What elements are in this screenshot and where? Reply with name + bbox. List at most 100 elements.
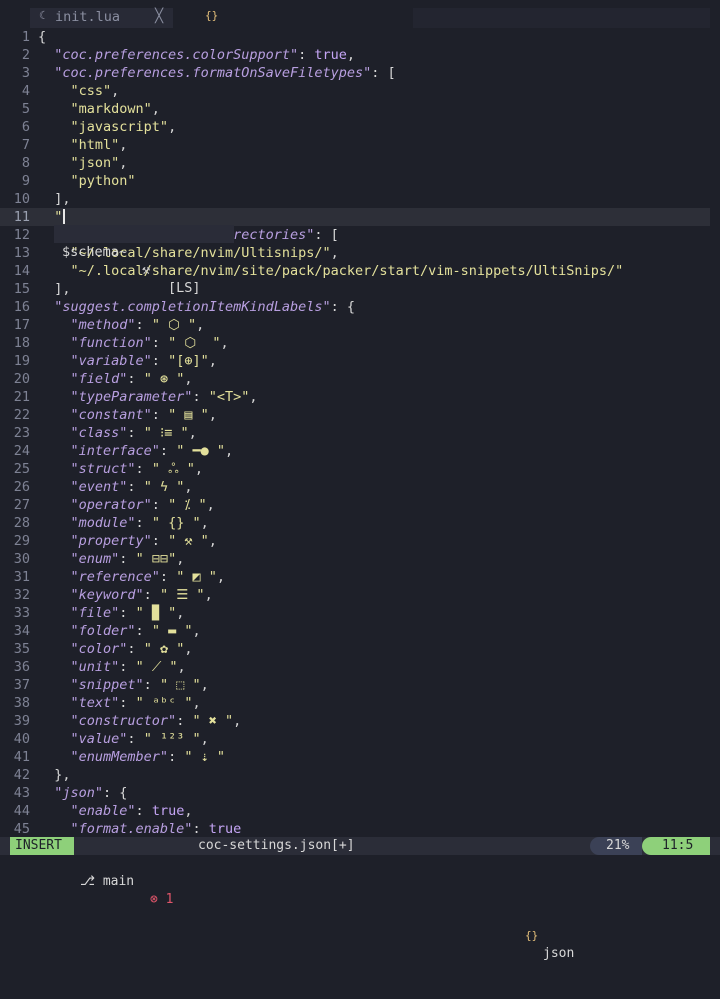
code-line[interactable]: 44 "enable": true,: [0, 802, 720, 820]
line-content: "interface": " ━● ",: [38, 442, 234, 460]
code-line[interactable]: 28 "module": " {} ",: [0, 514, 720, 532]
code-line[interactable]: 15 ],: [0, 280, 720, 298]
line-number: 16: [13, 299, 30, 315]
code-line[interactable]: 10 ],: [0, 190, 720, 208]
code-token: " ⊟⊟": [135, 551, 177, 567]
code-token: "enum": [70, 551, 120, 567]
code-line[interactable]: 2 "coc.preferences.colorSupport": true,: [0, 46, 720, 64]
code-line[interactable]: 9 "python": [0, 172, 720, 190]
code-token: ,: [111, 83, 120, 99]
code-token: :: [135, 515, 152, 531]
close-icon[interactable]: ╳: [155, 8, 163, 24]
code-line[interactable]: 37 "snippet": " ⬚ ",: [0, 676, 720, 694]
code-line[interactable]: 25 "struct": " ஃ ",: [0, 460, 720, 478]
code-line[interactable]: 34 "folder": " ▬ ",: [0, 622, 720, 640]
code-token: "typeParameter": [70, 389, 193, 405]
code-token: :: [176, 713, 193, 729]
code-token: :: [151, 353, 169, 369]
code-line[interactable]: 40 "value": " ¹²³ ",: [0, 730, 720, 748]
line-number: 36: [13, 659, 30, 675]
code-line[interactable]: 7 "html",: [0, 136, 720, 154]
code-line[interactable]: 14 "~/.local/share/nvim/site/pack/packer…: [0, 262, 720, 280]
code-line[interactable]: 1{: [0, 28, 720, 46]
code-line[interactable]: 21 "typeParameter": "<T>",: [0, 388, 720, 406]
line-content: "unit": " ⟋ ",: [38, 658, 186, 676]
code-line[interactable]: 39 "constructor": " ✖ ",: [0, 712, 720, 730]
code-token: "class": [70, 425, 128, 441]
code-line[interactable]: 18 "function": " ⬡ ",: [0, 334, 720, 352]
line-number: 37: [13, 677, 30, 693]
code-line[interactable]: 6 "javascript",: [0, 118, 720, 136]
line-content: "snippet": " ⬚ ",: [38, 676, 209, 694]
line-number: 18: [13, 335, 30, 351]
line-number: 2: [21, 47, 30, 63]
code-line[interactable]: 26 "event": " ϟ ",: [0, 478, 720, 496]
code-token: :: [151, 497, 169, 513]
code-line[interactable]: 22 "constant": " ▤ ",: [0, 406, 720, 424]
code-line[interactable]: 27 "operator": " ⁒ ",: [0, 496, 720, 514]
code-token: ,: [184, 371, 193, 387]
editor-buffer[interactable]: 1{2 "coc.preferences.colorSupport": true…: [0, 28, 720, 838]
code-token: ,: [249, 389, 258, 405]
line-content: "enable": true,: [38, 802, 193, 820]
line-content: "constant": " ▤ ",: [38, 406, 217, 424]
code-token: " ⬚ ": [159, 677, 201, 693]
code-line[interactable]: 30 "enum": " ⊟⊟",: [0, 550, 720, 568]
completion-source: [LS]: [168, 280, 201, 296]
completion-item[interactable]: $schema~: [62, 243, 127, 261]
line-content: "text": " ᵃᵇᶜ ",: [38, 694, 201, 712]
line-number: 4: [21, 83, 30, 99]
code-line[interactable]: 20 "field": " ⊛ ",: [0, 370, 720, 388]
scroll-percent: 21%: [590, 837, 642, 855]
code-line[interactable]: 3 "coc.preferences.formatOnSaveFiletypes…: [0, 64, 720, 82]
code-token: :: [119, 551, 136, 567]
code-line[interactable]: 29 "property": " ⚒ ",: [0, 532, 720, 550]
code-line[interactable]: 23 "class": " ⁝≡ ",: [0, 424, 720, 442]
code-line[interactable]: 43 "json": {: [0, 784, 720, 802]
code-line[interactable]: 35 "color": " ✿ ",: [0, 640, 720, 658]
code-line[interactable]: 38 "text": " ᵃᵇᶜ ",: [0, 694, 720, 712]
completion-popup[interactable]: $schema~ ⚒ [LS]: [54, 225, 234, 296]
code-line[interactable]: 8 "json",: [0, 154, 720, 172]
code-line[interactable]: 24 "interface": " ━● ",: [0, 442, 720, 460]
code-line[interactable]: 45 "format.enable": true: [0, 820, 720, 838]
code-token: ,: [208, 407, 217, 423]
json-braces-icon[interactable]: {}: [205, 9, 218, 22]
code-token: :: [192, 821, 209, 837]
code-line[interactable]: 11 ": [0, 208, 710, 226]
code-token: "snippet": [70, 677, 144, 693]
code-line[interactable]: 33 "file": " ▉ ",: [0, 604, 720, 622]
code-line[interactable]: 17 "method": " ⬡ ",: [0, 316, 720, 334]
code-token: :: [135, 803, 152, 819]
code-line[interactable]: 32 "keyword": " ☰ ",: [0, 586, 720, 604]
line-number: 11: [13, 209, 30, 225]
text-cursor: [63, 209, 66, 224]
code-line[interactable]: 5 "markdown",: [0, 100, 720, 118]
code-line[interactable]: 31 "reference": " ◩ ",: [0, 568, 720, 586]
code-line[interactable]: 16 "suggest.completionItemKindLabels": {: [0, 298, 720, 316]
code-line[interactable]: 4 "css",: [0, 82, 720, 100]
line-content: "html",: [38, 136, 128, 154]
code-token: " ▤ ": [168, 407, 209, 423]
code-token: ],: [38, 191, 71, 207]
code-token: ": [54, 209, 63, 225]
code-line[interactable]: 36 "unit": " ⟋ ",: [0, 658, 720, 676]
code-line[interactable]: 19 "variable": "[⊕]",: [0, 352, 720, 370]
code-token: "coc.preferences.colorSupport": [54, 47, 299, 63]
code-line[interactable]: 42 },: [0, 766, 720, 784]
tab-init-lua[interactable]: ☾ init.lua ╳: [30, 8, 173, 28]
code-token: true: [208, 821, 242, 837]
code-line[interactable]: 41 "enumMember": " ⇣ ": [0, 748, 720, 766]
code-token: "struct": [70, 461, 136, 477]
code-token: :: [298, 47, 315, 63]
